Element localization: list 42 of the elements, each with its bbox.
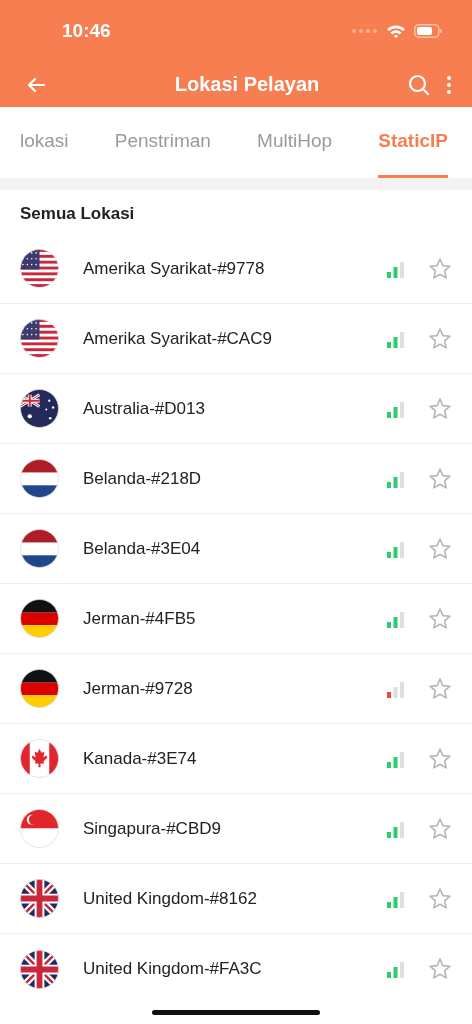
tab[interactable]: lokasi	[20, 107, 69, 178]
location-name: Jerman-#4FB5	[83, 608, 197, 629]
cellular-dots-icon	[352, 29, 378, 33]
location-name: Belanda-#218D	[83, 468, 203, 489]
location-name: Amerika Syarikat-#CAC9	[83, 328, 273, 349]
favorite-star-button[interactable]	[428, 816, 452, 841]
flag-icon	[20, 389, 59, 428]
flag-icon	[20, 459, 59, 498]
flag-icon	[20, 809, 59, 848]
favorite-star-button[interactable]	[428, 957, 452, 981]
flag-icon	[20, 879, 59, 918]
tab[interactable]: MultiHop	[257, 107, 333, 178]
flag-icon	[20, 669, 59, 708]
flag-icon	[20, 249, 59, 288]
favorite-star-button[interactable]	[428, 256, 452, 281]
location-name: Belanda-#3E04	[83, 538, 202, 559]
location-name: Amerika Syarikat-#9778	[83, 258, 266, 279]
favorite-star-button[interactable]	[428, 466, 452, 491]
wifi-icon	[386, 23, 406, 39]
favorite-star-button[interactable]	[428, 886, 452, 911]
favorite-star-button[interactable]	[428, 326, 452, 351]
tab[interactable]: Penstriman	[114, 107, 211, 178]
favorite-star-button[interactable]	[428, 536, 452, 561]
flag-icon	[20, 599, 59, 638]
location-name: United Kingdom-#FA3C	[83, 959, 263, 979]
section-heading: Semua Lokasi	[19, 203, 136, 225]
flag-icon	[20, 949, 59, 989]
location-name: Jerman-#9728	[83, 678, 194, 699]
location-name: Kanada-#3E74	[83, 748, 198, 769]
location-name: Singapura-#CBD9	[83, 818, 222, 839]
favorite-star-button[interactable]	[428, 746, 452, 771]
location-name: United Kingdom-#8162	[83, 888, 258, 909]
battery-icon	[414, 24, 442, 38]
favorite-star-button[interactable]	[428, 676, 452, 701]
status-time: 10:46	[62, 20, 111, 42]
location-name: Australia-#D013	[83, 398, 206, 419]
flag-icon	[20, 319, 59, 358]
favorite-star-button[interactable]	[428, 396, 452, 421]
flag-icon	[20, 529, 59, 568]
screen-title: Lokasi Pelayan	[173, 73, 321, 96]
favorite-star-button[interactable]	[428, 606, 452, 631]
flag-icon	[20, 739, 59, 778]
